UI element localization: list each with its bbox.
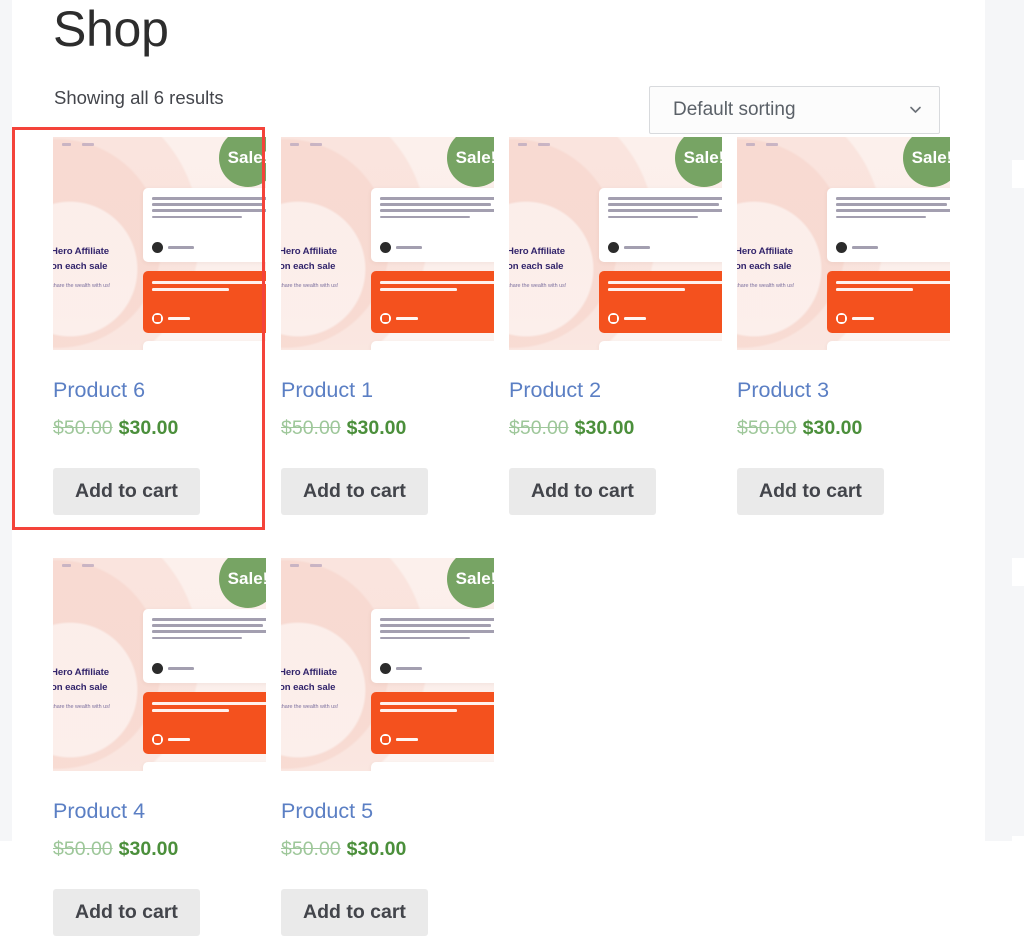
add-to-cart-button[interactable]: Add to cart [281, 468, 428, 515]
product-title: Product 6 [53, 378, 146, 402]
price-sale: $30.00 [346, 838, 407, 860]
thumb-nav [290, 564, 322, 567]
product-image[interactable]: Hero Affiliate on each sale share the we… [53, 137, 266, 350]
product-price: $50.00 $30.00 [53, 415, 178, 441]
product-title: Product 1 [281, 378, 374, 402]
price-sale: $30.00 [118, 417, 179, 439]
product-price: $50.00 $30.00 [53, 836, 178, 862]
product-title: Product 3 [737, 378, 830, 402]
thumb-avatar-icon [608, 242, 619, 253]
shop-content: Shop Showing all 6 results Default sorti… [12, 0, 985, 936]
product-image[interactable]: Hero Affiliate on each sale share the we… [53, 558, 266, 771]
add-to-cart-button[interactable]: Add to cart [53, 468, 200, 515]
orderby-select[interactable]: Default sorting [649, 86, 940, 134]
price-regular: $50.00 [281, 417, 341, 439]
product-price: $50.00 $30.00 [737, 415, 862, 441]
product-title: Product 2 [509, 378, 602, 402]
thumb-nav [746, 143, 778, 146]
right-edge-segment [1012, 188, 1024, 558]
thumb-footer-card [371, 762, 494, 771]
product-price: $50.00 $30.00 [509, 415, 634, 441]
thumb-footer-card [143, 762, 266, 771]
thumb-logo-icon [380, 734, 391, 745]
thumb-orange-card [371, 271, 494, 333]
product-link[interactable]: Hero Affiliate on each sale share the we… [40, 137, 266, 402]
price-sale: $30.00 [118, 838, 179, 860]
price-regular: $50.00 [53, 417, 113, 439]
thumb-testimonial-card [599, 188, 722, 262]
product-image[interactable]: Hero Affiliate on each sale share the we… [281, 137, 494, 350]
thumb-avatar-icon [380, 242, 391, 253]
thumb-footer-card [599, 341, 722, 350]
product-price: $50.00 $30.00 [281, 836, 406, 862]
thumb-nav [62, 564, 94, 567]
price-sale: $30.00 [346, 417, 407, 439]
thumb-orange-card [143, 692, 266, 754]
thumb-testimonial-card [827, 188, 950, 262]
left-gutter [0, 0, 12, 841]
right-edge-segment [1012, 586, 1024, 836]
product-card[interactable]: Hero Affiliate on each sale share the we… [496, 137, 722, 515]
thumb-testimonial-card [143, 188, 266, 262]
price-regular: $50.00 [53, 838, 113, 860]
product-link[interactable]: Hero Affiliate on each sale share the we… [724, 137, 950, 402]
thumb-footer-card [371, 341, 494, 350]
thumb-nav [62, 143, 94, 146]
product-link[interactable]: Hero Affiliate on each sale share the we… [496, 137, 722, 402]
price-regular: $50.00 [281, 838, 341, 860]
result-count: Showing all 6 results [54, 87, 224, 108]
thumb-testimonial-card [371, 188, 494, 262]
thumb-nav [518, 143, 550, 146]
thumb-avatar-icon [152, 663, 163, 674]
page-title: Shop [53, 1, 169, 57]
product-card[interactable]: Hero Affiliate on each sale share the we… [40, 558, 266, 936]
sorting-dropdown[interactable]: Default sorting [649, 86, 940, 134]
product-link[interactable]: Hero Affiliate on each sale share the we… [268, 558, 494, 823]
product-link[interactable]: Hero Affiliate on each sale share the we… [40, 558, 266, 823]
thumb-nav [290, 143, 322, 146]
thumb-testimonial-card [143, 609, 266, 683]
product-image[interactable]: Hero Affiliate on each sale share the we… [509, 137, 722, 350]
thumb-logo-icon [608, 313, 619, 324]
product-title: Product 5 [281, 799, 374, 823]
right-gutter [985, 0, 1012, 841]
product-card[interactable]: Hero Affiliate on each sale share the we… [40, 137, 266, 515]
thumb-avatar-icon [152, 242, 163, 253]
thumb-avatar-icon [836, 242, 847, 253]
price-sale: $30.00 [802, 417, 863, 439]
price-regular: $50.00 [737, 417, 797, 439]
product-image[interactable]: Hero Affiliate on each sale share the we… [737, 137, 950, 350]
add-to-cart-button[interactable]: Add to cart [53, 889, 200, 936]
product-card[interactable]: Hero Affiliate on each sale share the we… [268, 137, 494, 515]
add-to-cart-button[interactable]: Add to cart [509, 468, 656, 515]
thumb-orange-card [143, 271, 266, 333]
thumb-orange-card [827, 271, 950, 333]
add-to-cart-button[interactable]: Add to cart [281, 889, 428, 936]
right-edge-segment [1012, 0, 1024, 160]
thumb-orange-card [371, 692, 494, 754]
shop-page: Shop Showing all 6 results Default sorti… [0, 0, 1024, 936]
thumb-testimonial-card [371, 609, 494, 683]
product-link[interactable]: Hero Affiliate on each sale share the we… [268, 137, 494, 402]
thumb-logo-icon [380, 313, 391, 324]
product-image[interactable]: Hero Affiliate on each sale share the we… [281, 558, 494, 771]
product-card[interactable]: Hero Affiliate on each sale share the we… [724, 137, 950, 515]
product-card[interactable]: Hero Affiliate on each sale share the we… [268, 558, 494, 936]
add-to-cart-button[interactable]: Add to cart [737, 468, 884, 515]
thumb-avatar-icon [380, 663, 391, 674]
thumb-footer-card [143, 341, 266, 350]
price-regular: $50.00 [509, 417, 569, 439]
product-price: $50.00 $30.00 [281, 415, 406, 441]
product-title: Product 4 [53, 799, 146, 823]
thumb-logo-icon [152, 734, 163, 745]
thumb-logo-icon [836, 313, 847, 324]
thumb-footer-card [827, 341, 950, 350]
thumb-orange-card [599, 271, 722, 333]
thumb-logo-icon [152, 313, 163, 324]
price-sale: $30.00 [574, 417, 635, 439]
